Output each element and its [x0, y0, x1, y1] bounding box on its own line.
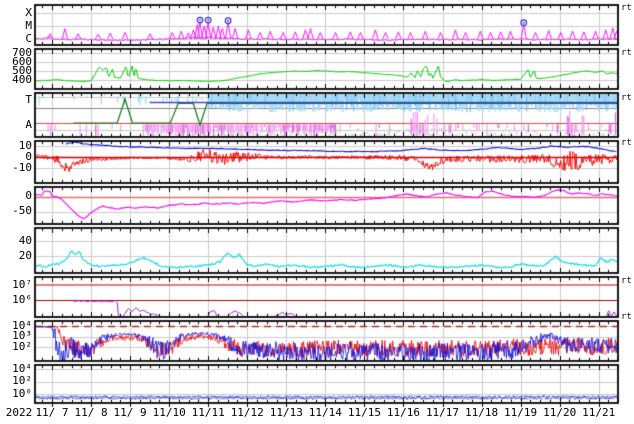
y-tick-label: 10⁶ [12, 293, 32, 306]
x-tick-label: 11/18 [464, 406, 499, 419]
solar-activity-chart: 2022 X M C 700 600 500 400 T A 10 0 -10 0 -50 40 20 10⁷ 1… [0, 0, 634, 424]
y-tick-label: X [25, 6, 32, 19]
x-tick-label: 11/19 [504, 406, 538, 419]
y-tick-label: 0 [25, 189, 32, 202]
x-tick-label: 11/15 [347, 406, 381, 419]
x-tick-label: 11/17 [425, 406, 460, 419]
y-tick-label: M [25, 19, 32, 32]
x-tick-label: 11/ 8 [74, 406, 108, 419]
rt-label: rt [621, 276, 632, 286]
rt-label: rt [621, 312, 632, 322]
x-tick-label: 11/13 [269, 406, 303, 419]
y-tick-label: -50 [12, 204, 32, 217]
x-tick-label: 11/ 9 [113, 406, 147, 419]
y-tick-label: A [25, 118, 32, 131]
y-tick-label: T [25, 93, 32, 106]
x-tick-label: 11/12 [230, 406, 264, 419]
x-tick-label: 11/10 [152, 406, 186, 419]
y-tick-label: 10⁷ [12, 278, 32, 291]
y-tick-label: 20 [18, 249, 32, 262]
x-tick-label: 11/ 7 [35, 406, 69, 419]
rt-label: rt [621, 93, 632, 103]
y-tick-label: 10² [12, 340, 32, 353]
rt-label: rt [621, 3, 632, 13]
x-axis-year-label: 2022 [5, 406, 33, 419]
y-tick-label: 400 [12, 73, 32, 86]
y-tick-label: -10 [12, 161, 32, 174]
y-tick-label: C [25, 32, 32, 45]
y-tick-label: 40 [18, 234, 32, 247]
y-tick-label: 10⁰ [12, 387, 32, 400]
plot-canvas [0, 0, 634, 424]
y-tick-label: 10⁴ [12, 362, 32, 375]
rt-label: rt [621, 48, 632, 58]
x-tick-label: 11/21 [582, 406, 616, 419]
x-tick-label: 11/14 [308, 406, 342, 419]
y-tick-label: 10² [12, 374, 32, 387]
x-tick-label: 11/11 [191, 406, 225, 419]
rt-label: rt [621, 138, 632, 148]
x-tick-label: 11/20 [543, 406, 577, 419]
x-tick-label: 11/16 [386, 406, 420, 419]
